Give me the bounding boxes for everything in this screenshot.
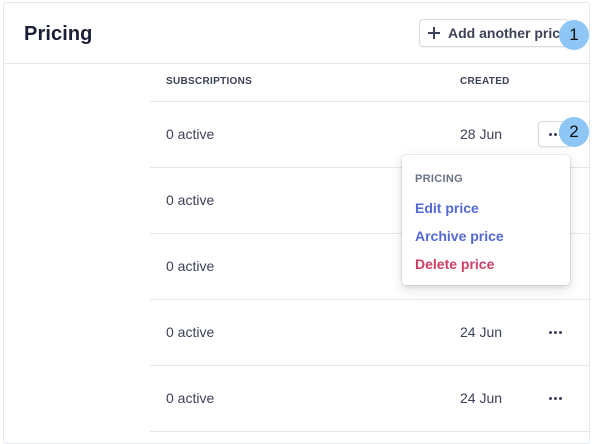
row-actions-menu: PRICING Edit price Archive price Delete … (402, 155, 570, 285)
row-actions-button[interactable] (538, 385, 572, 411)
more-horizontal-icon (548, 396, 562, 400)
subscriptions-cell: 0 active (166, 324, 215, 340)
more-horizontal-icon (548, 330, 562, 334)
column-header-subscriptions: SUBSCRIPTIONS (166, 76, 253, 87)
plus-icon (428, 27, 440, 39)
column-header-created: CREATED (460, 76, 510, 87)
row-actions-button[interactable] (538, 319, 572, 345)
subscriptions-cell: 0 active (166, 258, 215, 274)
menu-heading: PRICING (415, 173, 463, 185)
subscriptions-cell: 0 active (166, 390, 215, 406)
menu-item-delete-price[interactable]: Delete price (415, 256, 494, 272)
menu-item-archive-price[interactable]: Archive price (415, 228, 504, 244)
table-row[interactable]: 0 active 24 Jun (150, 300, 589, 366)
created-cell: 24 Jun (460, 324, 503, 340)
step-marker-1: 1 (559, 20, 589, 50)
subscriptions-cell: 0 active (166, 192, 215, 208)
add-another-price-button[interactable]: Add another price (419, 19, 569, 47)
page-title: Pricing (24, 23, 93, 45)
table-row[interactable]: 0 active 24 Jun (150, 366, 589, 432)
table-header: SUBSCRIPTIONS CREATED (150, 64, 589, 102)
subscriptions-cell: 0 active (166, 126, 215, 142)
step-marker-2: 2 (559, 117, 589, 147)
panel-header: Pricing Add another price (4, 3, 589, 64)
menu-item-edit-price[interactable]: Edit price (415, 200, 479, 216)
created-cell: 24 Jun (460, 390, 503, 406)
add-another-price-label: Add another price (448, 25, 568, 41)
created-cell: 28 Jun (460, 126, 503, 142)
